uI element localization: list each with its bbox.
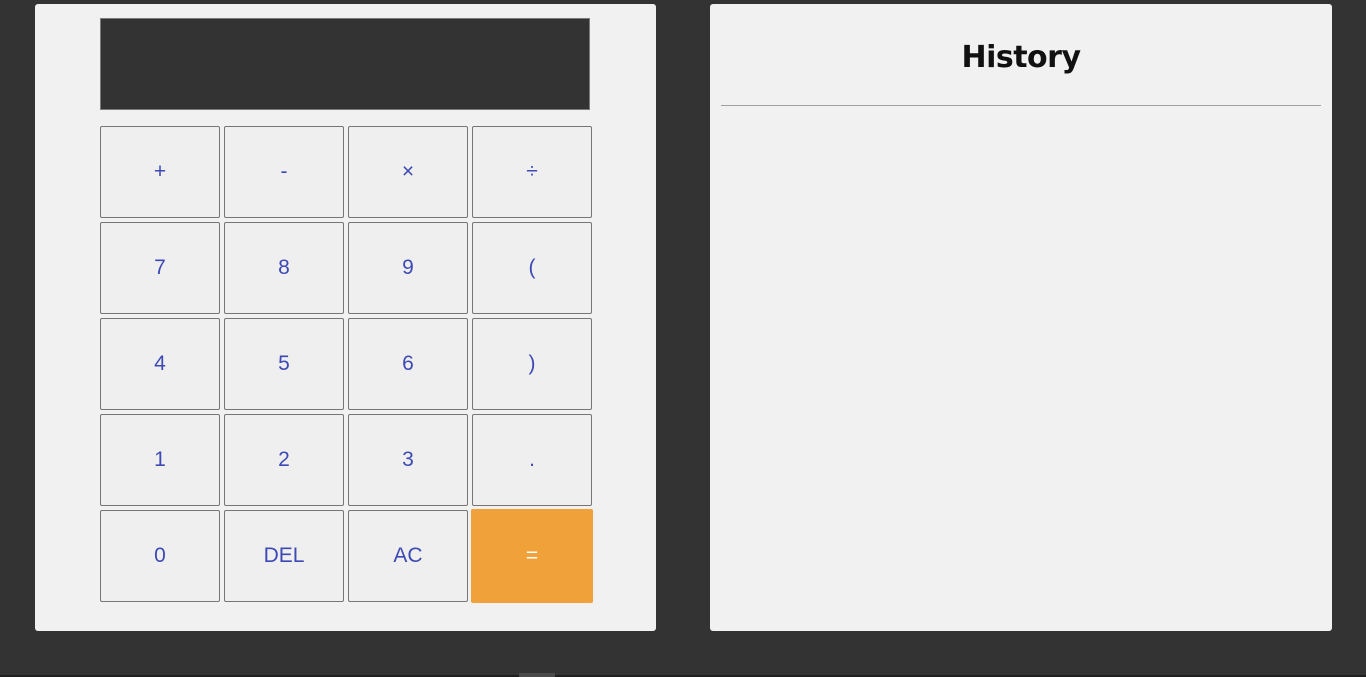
one-button[interactable]: 1 xyxy=(100,414,220,506)
calculator-keypad: + - × ÷ 7 8 9 ( 4 5 6 ) 1 2 3 . 0 DEL AC… xyxy=(100,126,594,603)
divide-button[interactable]: ÷ xyxy=(472,126,592,218)
three-button[interactable]: 3 xyxy=(348,414,468,506)
open-paren-button[interactable]: ( xyxy=(472,222,592,314)
zero-button[interactable]: 0 xyxy=(100,510,220,602)
delete-button[interactable]: DEL xyxy=(224,510,344,602)
calculator-display xyxy=(100,18,590,110)
history-divider xyxy=(721,105,1321,106)
four-button[interactable]: 4 xyxy=(100,318,220,410)
close-paren-button[interactable]: ) xyxy=(472,318,592,410)
history-list xyxy=(721,114,1321,621)
minus-button[interactable]: - xyxy=(224,126,344,218)
decimal-button[interactable]: . xyxy=(472,414,592,506)
history-title: History xyxy=(961,40,1081,75)
equals-button[interactable]: = xyxy=(471,509,593,603)
nine-button[interactable]: 9 xyxy=(348,222,468,314)
multiply-button[interactable]: × xyxy=(348,126,468,218)
bottom-scroll-tab xyxy=(519,673,555,677)
eight-button[interactable]: 8 xyxy=(224,222,344,314)
calculator-panel: + - × ÷ 7 8 9 ( 4 5 6 ) 1 2 3 . 0 DEL AC… xyxy=(35,4,656,631)
two-button[interactable]: 2 xyxy=(224,414,344,506)
seven-button[interactable]: 7 xyxy=(100,222,220,314)
clear-button[interactable]: AC xyxy=(348,510,468,602)
five-button[interactable]: 5 xyxy=(224,318,344,410)
six-button[interactable]: 6 xyxy=(348,318,468,410)
plus-button[interactable]: + xyxy=(100,126,220,218)
history-panel: History xyxy=(710,4,1332,631)
